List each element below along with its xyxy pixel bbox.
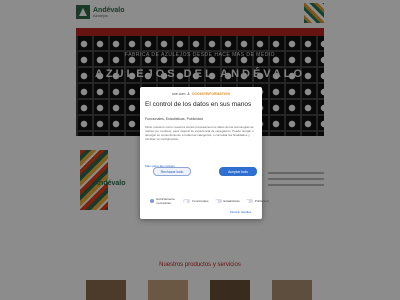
toggle-label: Estrictamente necesarias (156, 197, 175, 205)
consent-title: El control de los datos en sus manos (145, 101, 252, 108)
provider-separator: & (187, 92, 190, 96)
toggle-functional[interactable]: Funcionales (183, 199, 209, 203)
toggle-label: Funcionales (192, 199, 209, 203)
toggle-label: Estadísticas (223, 199, 240, 203)
provider-brand: COOKIEINFORMATION (191, 92, 231, 96)
consent-category-toggles: Estrictamente necesarias Funcionales Est… (150, 197, 269, 205)
consent-categories-text: Funcionales, Estadísticas, Publicidad (145, 117, 203, 121)
toggle-strictly-necessary[interactable]: Estrictamente necesarias (150, 197, 177, 205)
consent-provider-logo: one.com & COOKIEINFORMATION (145, 92, 257, 96)
cookie-consent-dialog: one.com & COOKIEINFORMATION El control d… (140, 87, 269, 219)
toggle-statistics[interactable]: Estadísticas (214, 199, 240, 203)
show-details-link[interactable]: Mostrar detalles (230, 210, 251, 214)
toggle-switch-icon[interactable] (183, 199, 191, 203)
accept-all-button[interactable]: Aceptar todo (219, 167, 257, 176)
toggle-advertising[interactable]: Publicidad (245, 199, 269, 203)
consent-body-text: Tanto nosotros como nuestros socios proc… (145, 125, 254, 142)
toggle-label: Publicidad (254, 199, 269, 203)
provider-name: one.com (171, 92, 186, 96)
toggle-switch-icon[interactable] (150, 199, 158, 203)
reject-all-button[interactable]: Rechazar todo (153, 167, 191, 176)
toggle-switch-icon[interactable] (214, 199, 222, 203)
toggle-switch-icon[interactable] (245, 199, 253, 203)
consent-buttons: Rechazar todo Aceptar todo (153, 167, 257, 176)
